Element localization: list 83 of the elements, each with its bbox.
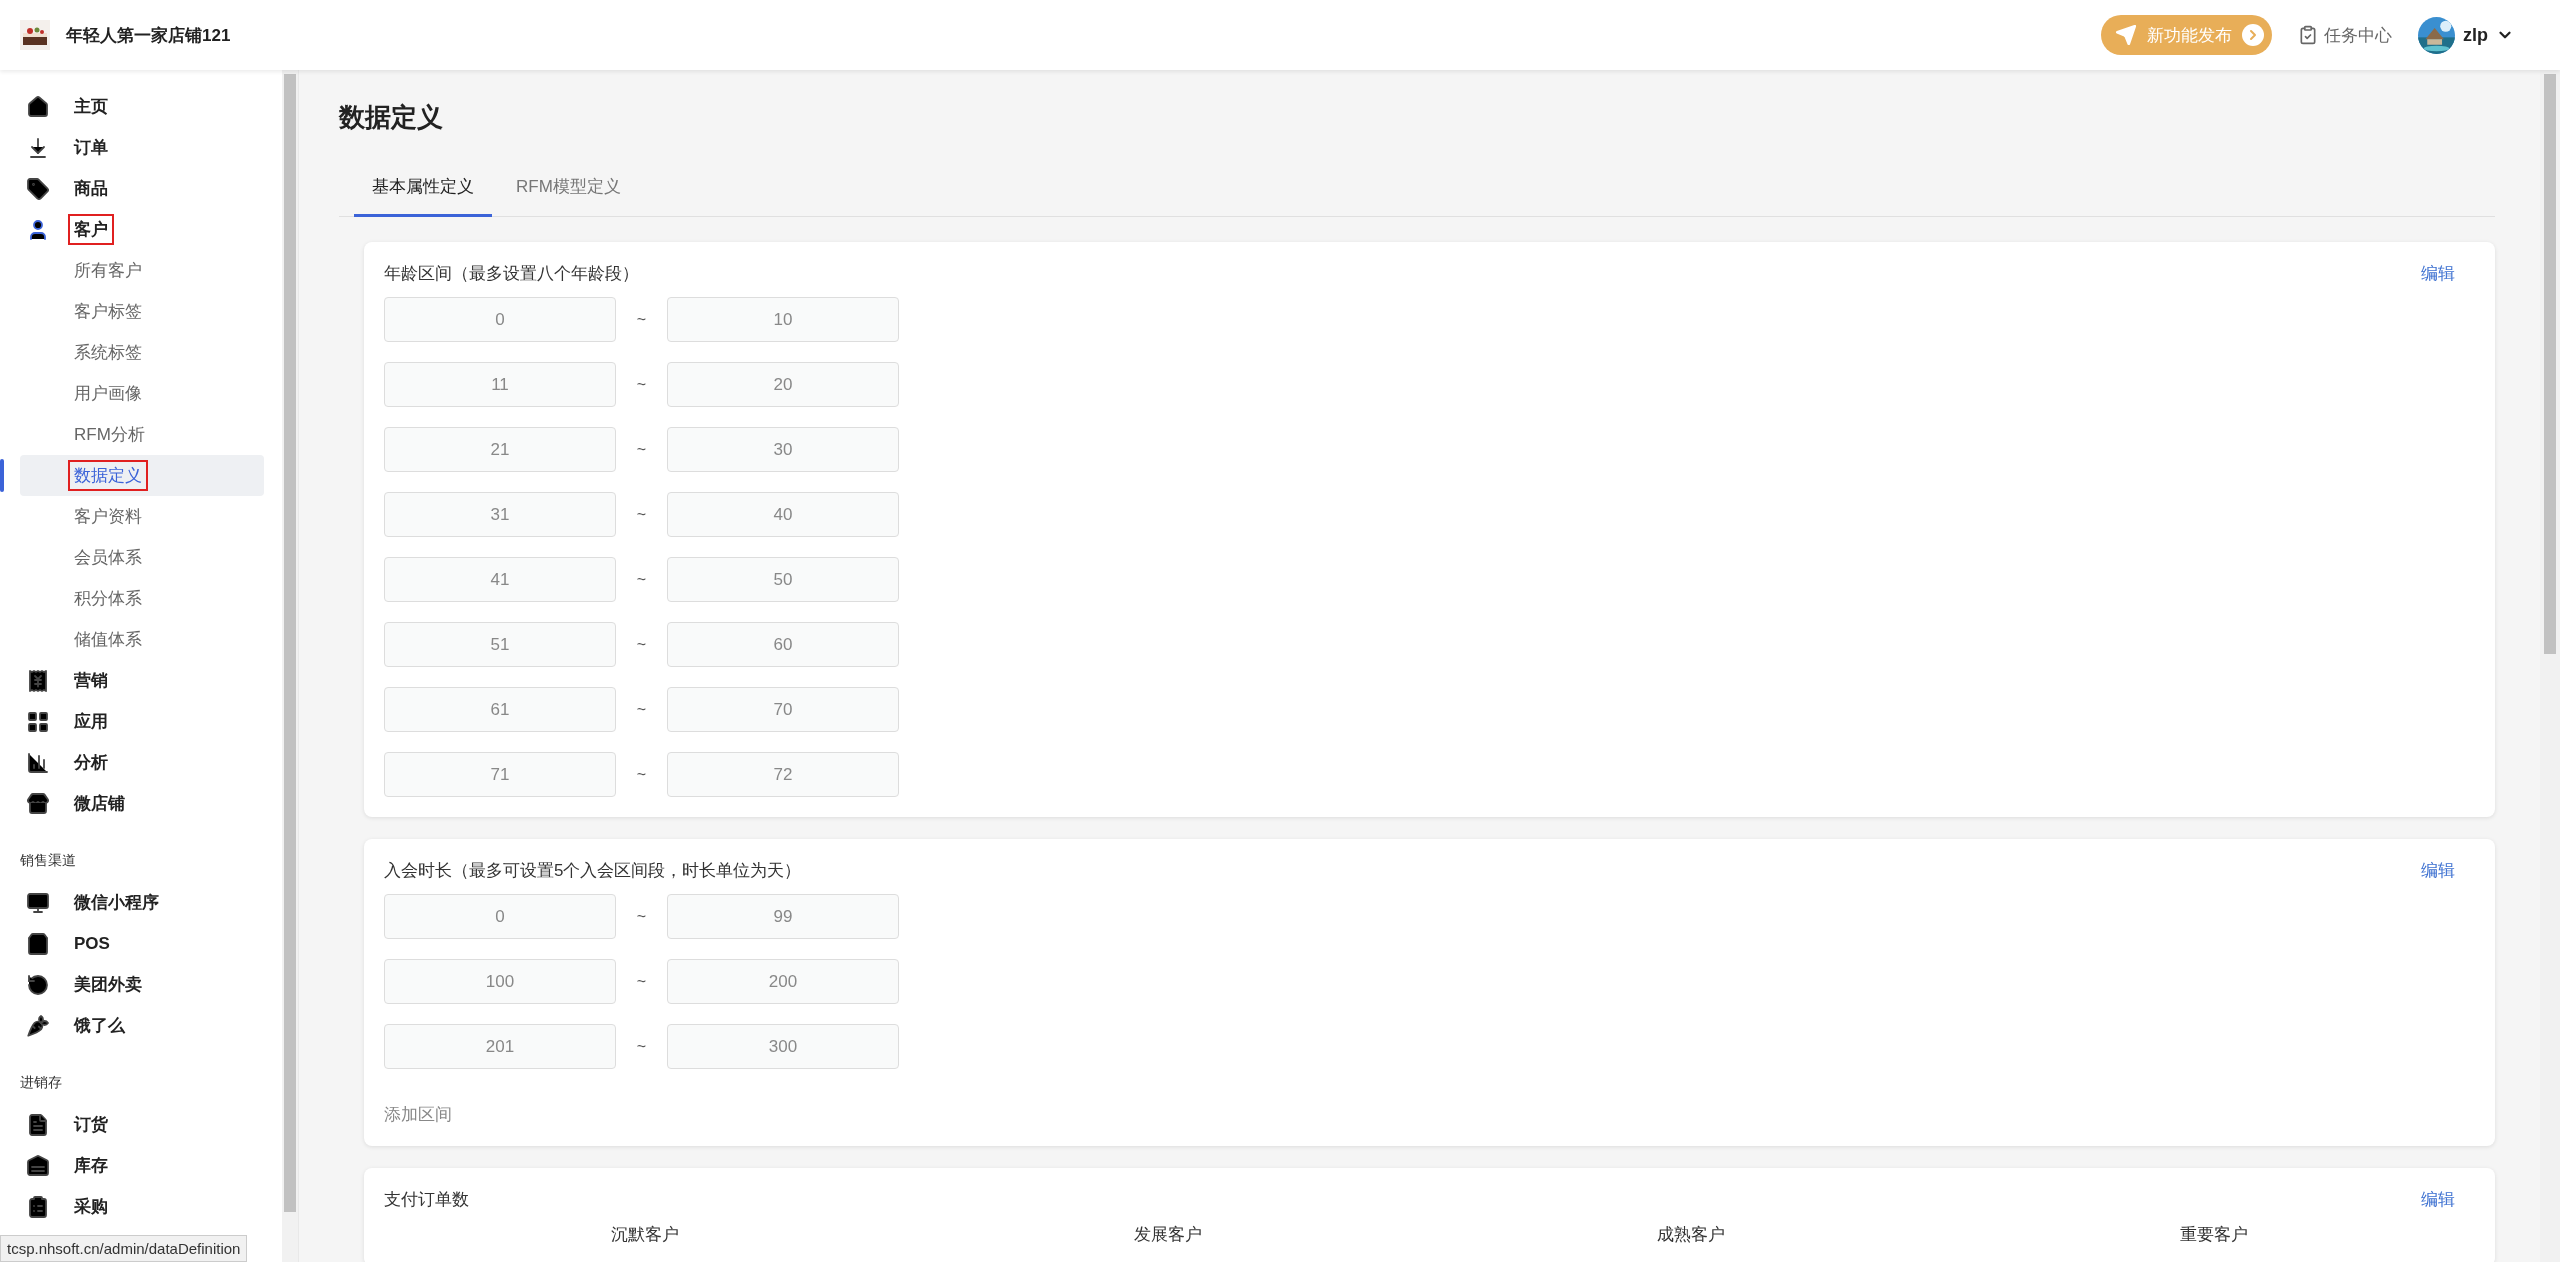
section-title: 进销存 bbox=[19, 1073, 63, 1092]
range-separator: ~ bbox=[635, 907, 648, 926]
range-separator: ~ bbox=[635, 700, 648, 719]
submenu-item[interactable]: 会员体系 bbox=[20, 537, 264, 578]
range-start-field[interactable]: 61 bbox=[384, 687, 616, 732]
menu-item[interactable]: 营销 bbox=[0, 660, 282, 701]
range-start-field[interactable]: 100 bbox=[384, 959, 616, 1004]
menu-item[interactable]: 饿了么 bbox=[0, 1005, 282, 1046]
column-header: 重要客户 bbox=[2178, 1224, 2249, 1246]
column-header: 沉默客户 bbox=[610, 1224, 681, 1246]
status-url: tcsp.nhsoft.cn/admin/dataDefinition bbox=[0, 1235, 248, 1262]
chevron-right-icon bbox=[2242, 24, 2264, 46]
edit-link[interactable]: 编辑 bbox=[2421, 859, 2455, 882]
submenu-item[interactable]: 客户资料 bbox=[20, 496, 264, 537]
tab[interactable]: RFM模型定义 bbox=[498, 165, 639, 217]
submenu-item[interactable]: 积分体系 bbox=[20, 578, 264, 619]
menu-item[interactable]: 订单 bbox=[0, 127, 282, 168]
add-range-link[interactable]: 添加区间 bbox=[384, 1103, 452, 1126]
range-separator: ~ bbox=[635, 635, 648, 654]
range-separator: ~ bbox=[635, 972, 648, 991]
submenu-item[interactable]: RFM分析 bbox=[20, 414, 264, 455]
range-end-field[interactable]: 60 bbox=[667, 622, 899, 667]
range-end-field[interactable]: 40 bbox=[667, 492, 899, 537]
page-scrollbar[interactable] bbox=[2540, 70, 2560, 1262]
menu-item[interactable]: 分析 bbox=[0, 742, 282, 783]
card-title: 支付订单数 bbox=[384, 1189, 469, 1211]
range-separator: ~ bbox=[635, 375, 648, 394]
edit-link[interactable]: 编辑 bbox=[2421, 1188, 2455, 1211]
range-end-field[interactable]: 300 bbox=[667, 1024, 899, 1069]
menu-item[interactable]: 微信小程序 bbox=[0, 882, 282, 923]
range-end-field[interactable]: 20 bbox=[667, 362, 899, 407]
range-end-field[interactable]: 30 bbox=[667, 427, 899, 472]
range-start-field[interactable]: 0 bbox=[384, 894, 616, 939]
card-title: 年龄区间（最多设置八个年龄段） bbox=[384, 263, 639, 285]
menu-item[interactable]: 订货 bbox=[0, 1104, 282, 1145]
range-start-field[interactable]: 71 bbox=[384, 752, 616, 797]
submenu-item[interactable]: 所有客户 bbox=[20, 250, 264, 291]
range-start-field[interactable]: 31 bbox=[384, 492, 616, 537]
task-center-link[interactable]: 任务中心 bbox=[2292, 22, 2398, 48]
range-start-field[interactable]: 201 bbox=[384, 1024, 616, 1069]
range-separator: ~ bbox=[635, 570, 648, 589]
submenu-item[interactable]: 客户标签 bbox=[20, 291, 264, 332]
submenu-item[interactable]: 储值体系 bbox=[20, 619, 264, 660]
range-separator: ~ bbox=[635, 310, 648, 329]
submenu-item[interactable]: 用户画像 bbox=[20, 373, 264, 414]
range-start-field[interactable]: 41 bbox=[384, 557, 616, 602]
menu-item[interactable]: 库存 bbox=[0, 1145, 282, 1186]
menu-item[interactable]: 采购 bbox=[0, 1186, 282, 1227]
range-separator: ~ bbox=[635, 765, 648, 784]
menu-item[interactable]: 主页 bbox=[0, 86, 282, 127]
range-separator: ~ bbox=[635, 1037, 648, 1056]
menu-item[interactable]: 美团外卖 bbox=[0, 964, 282, 1005]
scrollbar[interactable] bbox=[282, 70, 298, 1262]
range-start-field[interactable]: 21 bbox=[384, 427, 616, 472]
range-start-field[interactable]: 51 bbox=[384, 622, 616, 667]
menu-item[interactable]: POS bbox=[0, 923, 282, 964]
paper-plane-icon bbox=[2115, 24, 2137, 46]
range-start-field[interactable]: 0 bbox=[384, 297, 616, 342]
range-separator: ~ bbox=[635, 505, 648, 524]
menu-item[interactable]: 客户 bbox=[0, 209, 282, 250]
tab[interactable]: 基本属性定义 bbox=[354, 165, 492, 217]
store-name: 年轻人第一家店铺121 bbox=[66, 24, 231, 47]
column-header: 成熟客户 bbox=[1655, 1224, 1726, 1246]
range-start-field[interactable]: 11 bbox=[384, 362, 616, 407]
range-end-field[interactable]: 99 bbox=[667, 894, 899, 939]
clipboard-check-icon bbox=[2298, 25, 2318, 45]
range-end-field[interactable]: 200 bbox=[667, 959, 899, 1004]
range-end-field[interactable]: 72 bbox=[667, 752, 899, 797]
range-separator: ~ bbox=[635, 440, 648, 459]
user-menu[interactable]: zlp bbox=[2412, 15, 2520, 55]
column-header: 发展客户 bbox=[1133, 1224, 1204, 1246]
active-indicator bbox=[0, 459, 4, 492]
menu-item[interactable]: 微店铺 bbox=[0, 783, 282, 824]
card-title: 入会时长（最多可设置5个入会区间段，时长单位为天） bbox=[384, 860, 802, 882]
range-end-field[interactable]: 70 bbox=[667, 687, 899, 732]
section-title: 销售渠道 bbox=[19, 851, 77, 870]
edit-link[interactable]: 编辑 bbox=[2421, 262, 2455, 285]
menu-item[interactable]: 应用 bbox=[0, 701, 282, 742]
page-title: 数据定义 bbox=[339, 101, 444, 134]
range-end-field[interactable]: 50 bbox=[667, 557, 899, 602]
submenu-item[interactable]: 系统标签 bbox=[20, 332, 264, 373]
range-end-field[interactable]: 10 bbox=[667, 297, 899, 342]
menu-item[interactable]: 商品 bbox=[0, 168, 282, 209]
